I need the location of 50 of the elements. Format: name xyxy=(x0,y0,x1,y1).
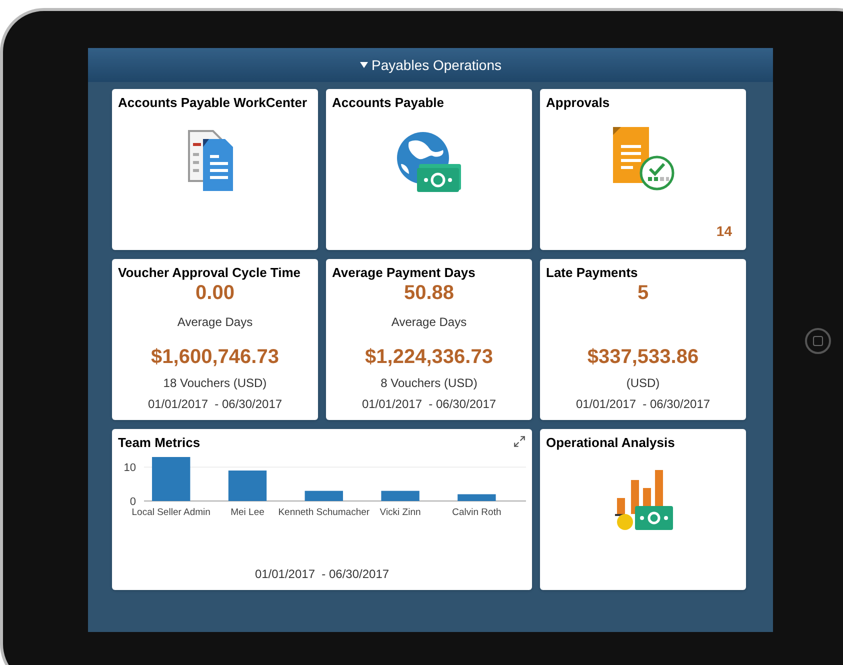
metric-value: 5 xyxy=(637,281,649,305)
tile[interactable]: Voucher Approval Cycle Time 0.00 Average Days $1,600,746.73 18 Vouchers (USD) 01/01/2017 - 06/30/2017 xyxy=(112,259,318,420)
tile[interactable]: Approvals 14 xyxy=(540,89,746,250)
expand-icon[interactable] xyxy=(513,435,526,448)
tile-title: Accounts Payable xyxy=(332,95,445,111)
bar xyxy=(304,490,343,501)
metric-label: Average Days xyxy=(177,314,253,331)
metric-label: Average Days xyxy=(391,314,467,331)
tile-title: Voucher Approval Cycle Time xyxy=(118,265,301,281)
date-range: 01/01/2017 - 06/30/2017 xyxy=(148,396,282,413)
bar xyxy=(152,457,190,501)
category-label: Mei Lee xyxy=(230,507,264,517)
amount-value: $337,533.86 xyxy=(587,345,699,369)
amount-label: 8 Vouchers (USD) xyxy=(380,375,478,392)
tile[interactable]: Accounts Payable WorkCenter xyxy=(112,89,318,250)
bar xyxy=(458,494,496,501)
bar xyxy=(381,490,420,501)
category-label: Kenneth Schumacher xyxy=(278,507,370,517)
category-label: Vicki Zinn xyxy=(380,507,421,517)
date-range: 01/01/2017 - 06/30/2017 xyxy=(576,396,710,413)
tile[interactable]: Late Payments 5 $337,533.86 (USD) 01/01/2017 - 06/30/2017 xyxy=(540,259,746,420)
date-range: 01/01/2017 - 06/30/2017 xyxy=(254,566,390,583)
section-title: Payables Operations xyxy=(372,56,502,75)
tile[interactable]: Operational Analysis xyxy=(540,429,746,590)
date-range: 01/01/2017 - 06/30/2017 xyxy=(362,396,496,413)
tile-title: Approvals xyxy=(546,95,611,111)
tile-title: Accounts Payable WorkCenter xyxy=(118,95,308,111)
amount-label: (USD) xyxy=(626,375,660,392)
metric-value: 0.00 xyxy=(196,281,234,305)
metric-value: 50.88 xyxy=(404,281,454,305)
tile-title: Late Payments xyxy=(546,265,638,281)
document-checkmark-icon xyxy=(611,125,675,191)
category-label: Calvin Roth xyxy=(452,507,502,517)
axis-tick-label: 10 xyxy=(124,462,136,474)
tile[interactable]: Accounts Payable xyxy=(326,89,532,250)
tile-title: Operational Analysis xyxy=(546,435,676,451)
category-label: Local Seller Admin xyxy=(132,507,210,517)
globe-money-icon xyxy=(395,130,463,192)
tile-title: Average Payment Days xyxy=(332,265,476,281)
count-label: 14 xyxy=(716,222,733,241)
home-button[interactable] xyxy=(805,328,831,354)
section-header[interactable]: Payables Operations xyxy=(88,48,773,82)
amount-value: $1,600,746.73 xyxy=(151,345,279,369)
tile-title: Team Metrics xyxy=(118,435,200,451)
bar xyxy=(228,470,267,501)
tile[interactable]: Team Metrics 0 10 Local Seller Admin Mei Lee Kenneth Schumacher Vicki Zinn Calvin Roth 01/01/2017 - 06/30/2017 xyxy=(112,429,532,590)
axis-tick-label: 0 xyxy=(130,496,136,508)
amount-label: 18 Vouchers (USD) xyxy=(163,375,267,392)
tile[interactable]: Average Payment Days 50.88 Average Days $1,224,336.73 8 Vouchers (USD) 01/01/2017 - 06/30/2017 xyxy=(326,259,532,420)
amount-value: $1,224,336.73 xyxy=(365,345,493,369)
